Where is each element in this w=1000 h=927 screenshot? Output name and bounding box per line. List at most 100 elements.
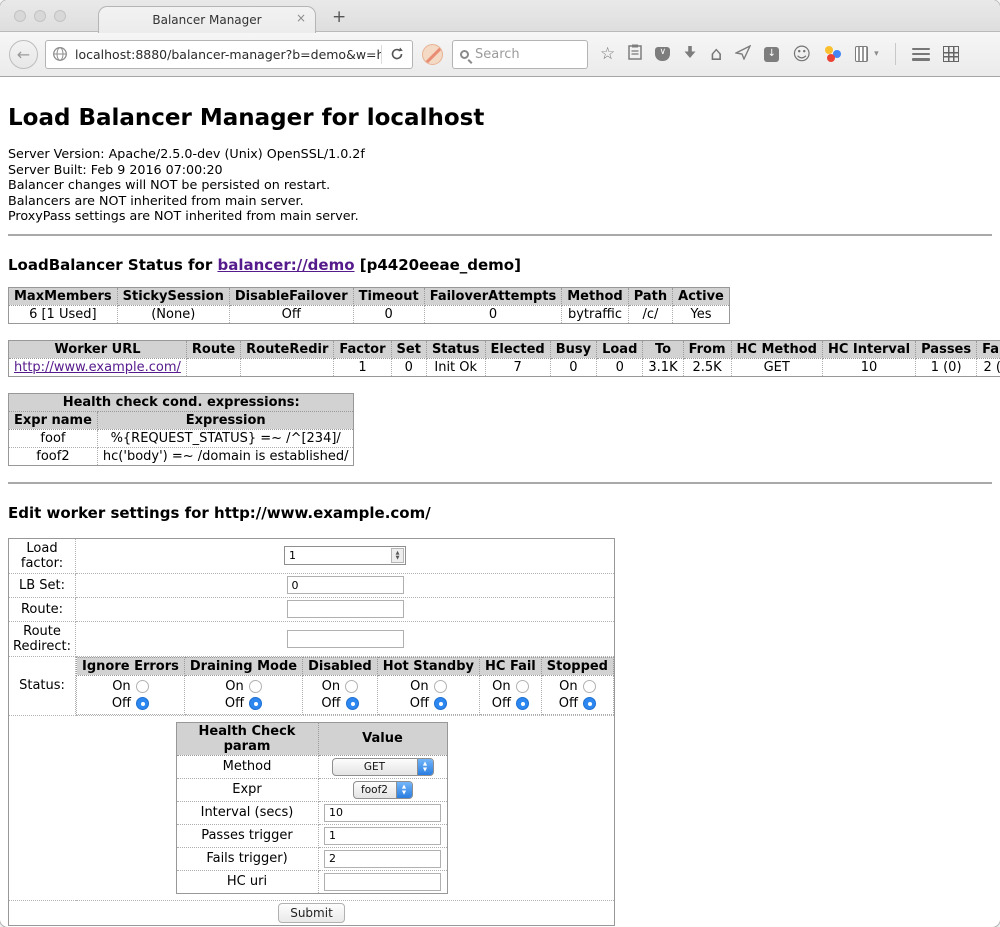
adblock-icon[interactable] xyxy=(422,44,443,65)
server-built: Server Built: Feb 9 2016 07:00:20 xyxy=(8,162,992,178)
draining-mode-off-radio[interactable] xyxy=(249,697,262,710)
url-bar[interactable]: localhost:8880/balancer-manager?b=demo&w… xyxy=(45,40,413,69)
passes-input[interactable] xyxy=(324,827,441,845)
hc-fail-off-radio[interactable] xyxy=(516,697,529,710)
table-row: Passes trigger xyxy=(176,824,447,847)
hc-fail-on-radio[interactable] xyxy=(516,680,529,693)
expr-label: Expr xyxy=(176,778,318,801)
balancer-demo-link[interactable]: balancer://demo xyxy=(217,256,354,274)
home-icon[interactable]: ⌂ xyxy=(710,46,722,63)
col-header: From xyxy=(683,340,731,358)
clipboard-icon[interactable] xyxy=(628,44,642,64)
table-header-row: Worker URL Route RouteRedir Factor Set S… xyxy=(9,340,1000,358)
search-bar[interactable]: Search xyxy=(452,40,588,69)
balancer-status-table: MaxMembers StickySession DisableFailover… xyxy=(8,287,730,324)
cell-passes: 1 (0) xyxy=(916,358,977,376)
stopped-on-radio[interactable] xyxy=(583,680,596,693)
table-header-row: Health check cond. expressions: xyxy=(9,393,354,411)
toolbar-icons: ☆ ∨ ⌂ ↓ ☺ ▾ xyxy=(600,43,959,65)
expr-select[interactable]: foof2 ▲▼ xyxy=(353,781,413,799)
cell-active: Yes xyxy=(673,305,730,323)
cell-timeout: 0 xyxy=(353,305,424,323)
route-redirect-input[interactable] xyxy=(287,630,404,648)
ignore-errors-on-radio[interactable] xyxy=(136,680,149,693)
col-header: Method xyxy=(562,287,628,305)
disabled-on-radio[interactable] xyxy=(345,680,358,693)
radio-on-label: On xyxy=(559,679,577,694)
expr-table-title: Health check cond. expressions: xyxy=(9,393,354,411)
container-caret-icon[interactable]: ▾ xyxy=(874,49,879,59)
method-label: Method xyxy=(176,755,318,778)
table-header-row: Expr name Expression xyxy=(9,411,354,429)
col-header: Route xyxy=(186,340,240,358)
lb-set-input[interactable] xyxy=(287,576,404,594)
chat-icon[interactable]: ☺ xyxy=(792,46,811,63)
hc-uri-input[interactable] xyxy=(324,873,441,891)
zoom-window-button[interactable] xyxy=(54,10,66,22)
health-check-table: Health Check param Value Method GET ▲▼ xyxy=(176,722,448,894)
back-button[interactable]: ← xyxy=(9,40,38,69)
col-header: Draining Mode xyxy=(184,657,302,675)
reload-button[interactable] xyxy=(382,47,412,61)
table-row: Interval (secs) xyxy=(176,801,447,824)
save-to-device-icon[interactable]: ↓ xyxy=(764,47,779,62)
table-row: Fails trigger) xyxy=(176,847,447,870)
method-select[interactable]: GET ▲▼ xyxy=(332,758,434,776)
submit-button[interactable]: Submit xyxy=(278,903,345,923)
minimize-window-button[interactable] xyxy=(34,10,46,22)
col-header: Passes xyxy=(916,340,977,358)
col-header: Status xyxy=(426,340,485,358)
col-header: HC Method xyxy=(731,340,822,358)
table-row: foof2 hc('body') =~ /domain is establish… xyxy=(9,447,354,465)
hot-standby-on-radio[interactable] xyxy=(434,680,447,693)
menu-icon[interactable] xyxy=(912,48,930,61)
interval-input[interactable] xyxy=(324,804,441,822)
server-info: Server Version: Apache/2.5.0-dev (Unix) … xyxy=(8,146,992,224)
search-input[interactable]: Search xyxy=(475,47,520,62)
grid-icon[interactable] xyxy=(943,46,959,62)
notice-proxypass: ProxyPass settings are NOT inherited fro… xyxy=(8,208,992,224)
number-stepper-icon[interactable]: ▲▼ xyxy=(391,548,404,563)
col-header: Factor xyxy=(334,340,391,358)
table-row: On Off On Off On Off xyxy=(77,675,614,714)
disabled-off-radio[interactable] xyxy=(346,697,359,710)
radio-on-label: On xyxy=(410,679,428,694)
load-factor-input[interactable]: ▲▼ xyxy=(284,546,406,565)
new-tab-button[interactable]: + xyxy=(332,7,346,27)
col-header: Stopped xyxy=(541,657,613,675)
col-header: Active xyxy=(673,287,730,305)
extension-dots-icon[interactable] xyxy=(824,46,842,62)
method-select-value: GET xyxy=(333,761,417,773)
hot-standby-off-radio[interactable] xyxy=(434,697,447,710)
worker-url-link[interactable]: http://www.example.com/ xyxy=(14,360,181,375)
page-content: Load Balancer Manager for localhost Serv… xyxy=(0,77,1000,927)
cell-hc-method: GET xyxy=(731,358,822,376)
table-header-row: Health Check param Value xyxy=(176,722,447,755)
heading-suffix: [p4420eeae_demo] xyxy=(355,256,521,274)
load-factor-field[interactable] xyxy=(285,549,391,562)
route-input[interactable] xyxy=(287,600,404,618)
stopped-off-radio[interactable] xyxy=(583,697,596,710)
cell-expression: %{REQUEST_STATUS} =~ /^[234]/ xyxy=(97,429,354,447)
server-version: Server Version: Apache/2.5.0-dev (Unix) … xyxy=(8,146,992,162)
form-row-lb-set: LB Set: xyxy=(9,573,615,597)
col-header: Expression xyxy=(97,411,354,429)
url-input[interactable]: localhost:8880/balancer-manager?b=demo&w… xyxy=(68,47,381,62)
fails-input[interactable] xyxy=(324,850,441,868)
bookmark-star-icon[interactable]: ☆ xyxy=(600,46,615,63)
reload-icon xyxy=(390,47,404,61)
close-window-button[interactable] xyxy=(14,10,26,22)
send-icon[interactable] xyxy=(735,45,751,64)
cell-expr-name: foof xyxy=(9,429,98,447)
tab-balancer-manager[interactable]: Balancer Manager × xyxy=(98,6,316,33)
interval-label: Interval (secs) xyxy=(176,801,318,824)
ignore-errors-off-radio[interactable] xyxy=(136,697,149,710)
radio-off-label: Off xyxy=(559,696,578,711)
col-header: Health Check param xyxy=(176,722,318,755)
downloads-icon[interactable] xyxy=(683,45,697,64)
pocket-icon[interactable]: ∨ xyxy=(655,47,670,61)
container-icon[interactable] xyxy=(855,46,868,62)
draining-mode-on-radio[interactable] xyxy=(249,680,262,693)
col-header: Timeout xyxy=(353,287,424,305)
tab-close-icon[interactable]: × xyxy=(296,12,306,24)
